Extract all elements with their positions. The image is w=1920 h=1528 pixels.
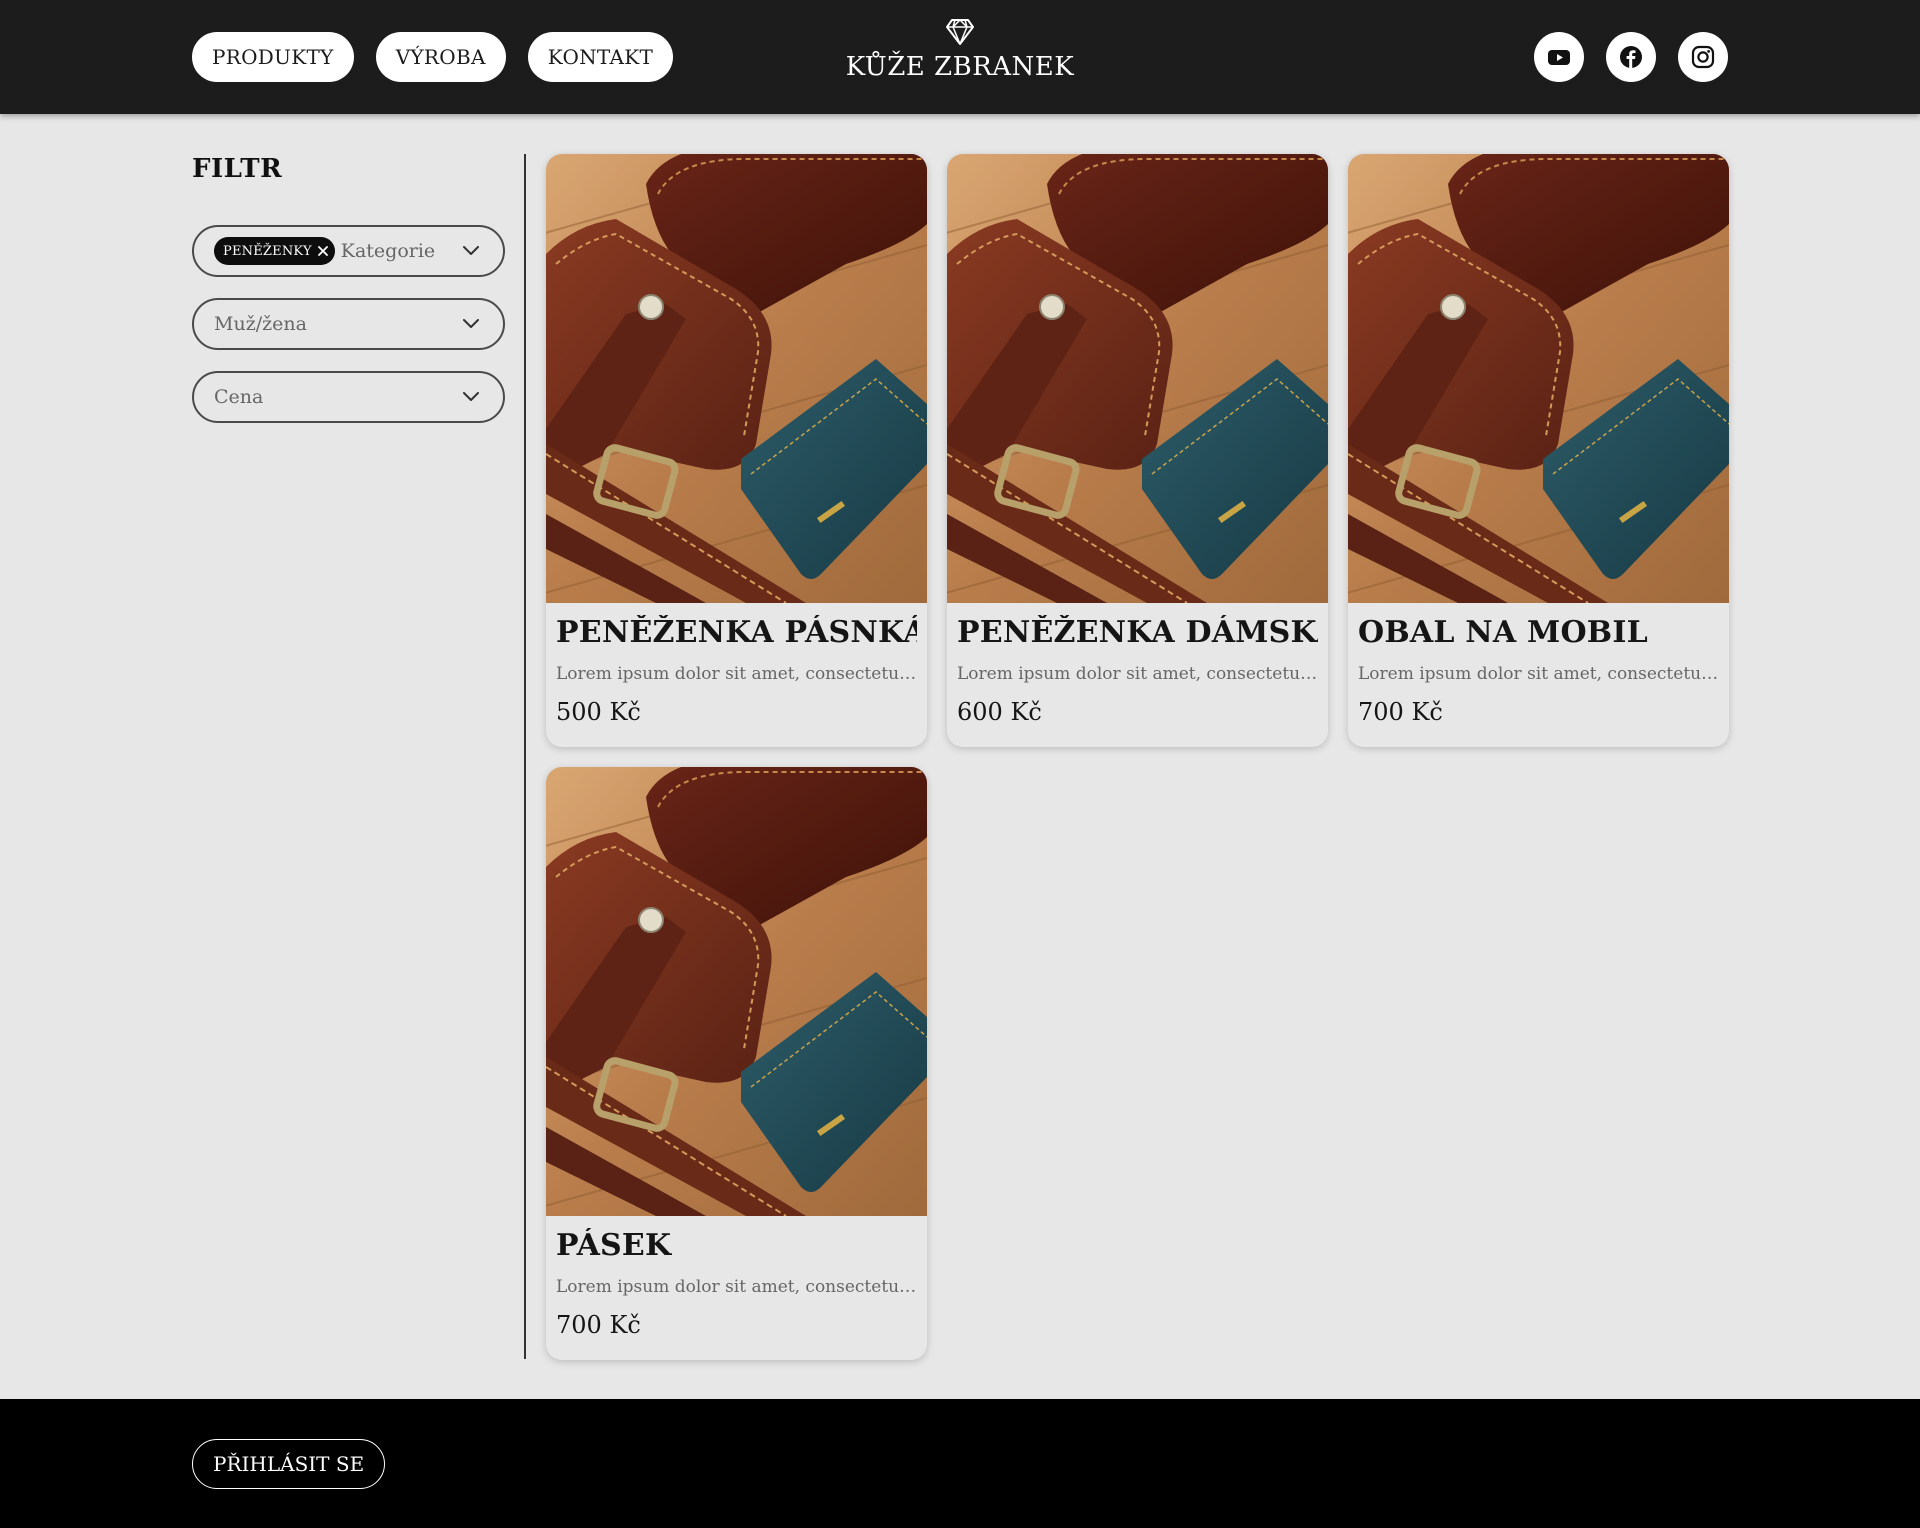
nav-vyroba-button[interactable]: VÝROBA [375,32,506,82]
login-button[interactable]: PŘIHLÁSIT SE [192,1439,386,1489]
category-select[interactable]: PENĚŽENKY Kategorie [192,225,505,277]
product-name: PÁSEK [556,1228,672,1263]
product-name: PENĚŽENKA PÁSNKÁ [556,615,917,650]
gender-placeholder: Muž/žena [214,313,307,335]
product-image [546,154,927,603]
social-links [1534,32,1728,82]
product-price: 600 Kč [957,698,1042,726]
chevron-down-icon [463,319,479,328]
category-placeholder: Kategorie [340,240,436,262]
product-name: PENĚŽENKA DÁMSKÁ [957,615,1318,650]
product-image [1348,154,1729,603]
sidebar-divider [524,154,526,1359]
product-card[interactable]: OBAL NA MOBIL Lorem ipsum dolor sit amet… [1348,154,1729,747]
chevron-down-icon [463,392,479,401]
price-placeholder: Cena [214,386,264,408]
nav-kontakt-button[interactable]: KONTAKT [527,32,674,82]
product-price: 700 Kč [556,1311,641,1339]
product-description: Lorem ipsum dolor sit amet, consectetuer… [1358,664,1719,684]
chevron-down-icon [463,246,479,255]
filter-sidebar: FILTR PENĚŽENKY Kategorie Muž/žena Cena [192,154,506,444]
product-grid: PENĚŽENKA PÁSNKÁ Lorem ipsum dolor sit a… [546,154,1729,1360]
instagram-button[interactable] [1678,32,1728,82]
product-card-body: PENĚŽENKA PÁSNKÁ Lorem ipsum dolor sit a… [546,603,927,726]
close-icon[interactable] [317,245,329,257]
main-nav: PRODUKTY VÝROBA KONTAKT [192,32,674,82]
product-price: 700 Kč [1358,698,1443,726]
product-name: OBAL NA MOBIL [1358,615,1648,650]
product-card-body: OBAL NA MOBIL Lorem ipsum dolor sit amet… [1348,603,1729,726]
nav-produkty-button[interactable]: PRODUKTY [192,32,354,82]
category-chip: PENĚŽENKY [214,237,335,265]
youtube-button[interactable] [1534,32,1584,82]
site-header: PRODUKTY VÝROBA KONTAKT KŮŽE ZBRANEK [0,0,1920,114]
instagram-icon [1691,45,1715,69]
product-card[interactable]: PENĚŽENKA DÁMSKÁ Lorem ipsum dolor sit a… [947,154,1328,747]
filter-title: FILTR [192,154,283,184]
product-image [546,767,927,1216]
youtube-icon [1548,50,1570,65]
product-description: Lorem ipsum dolor sit amet, consectetuer… [556,1277,917,1297]
gender-select[interactable]: Muž/žena [192,298,505,350]
facebook-button[interactable] [1606,32,1656,82]
product-image [947,154,1328,603]
category-chip-label: PENĚŽENKY [223,243,312,259]
facebook-icon [1620,46,1642,68]
product-card[interactable]: PENĚŽENKA PÁSNKÁ Lorem ipsum dolor sit a… [546,154,927,747]
diamond-icon [946,19,974,45]
product-description: Lorem ipsum dolor sit amet, consectetuer… [957,664,1318,684]
site-footer: PŘIHLÁSIT SE [0,1399,1920,1528]
brand-name: KŮŽE ZBRANEK [845,52,1075,82]
product-price: 500 Kč [556,698,641,726]
product-description: Lorem ipsum dolor sit amet, consectetuer… [556,664,917,684]
product-card-body: PÁSEK Lorem ipsum dolor sit amet, consec… [546,1216,927,1339]
product-card[interactable]: PÁSEK Lorem ipsum dolor sit amet, consec… [546,767,927,1360]
product-card-body: PENĚŽENKA DÁMSKÁ Lorem ipsum dolor sit a… [947,603,1328,726]
price-select[interactable]: Cena [192,371,505,423]
